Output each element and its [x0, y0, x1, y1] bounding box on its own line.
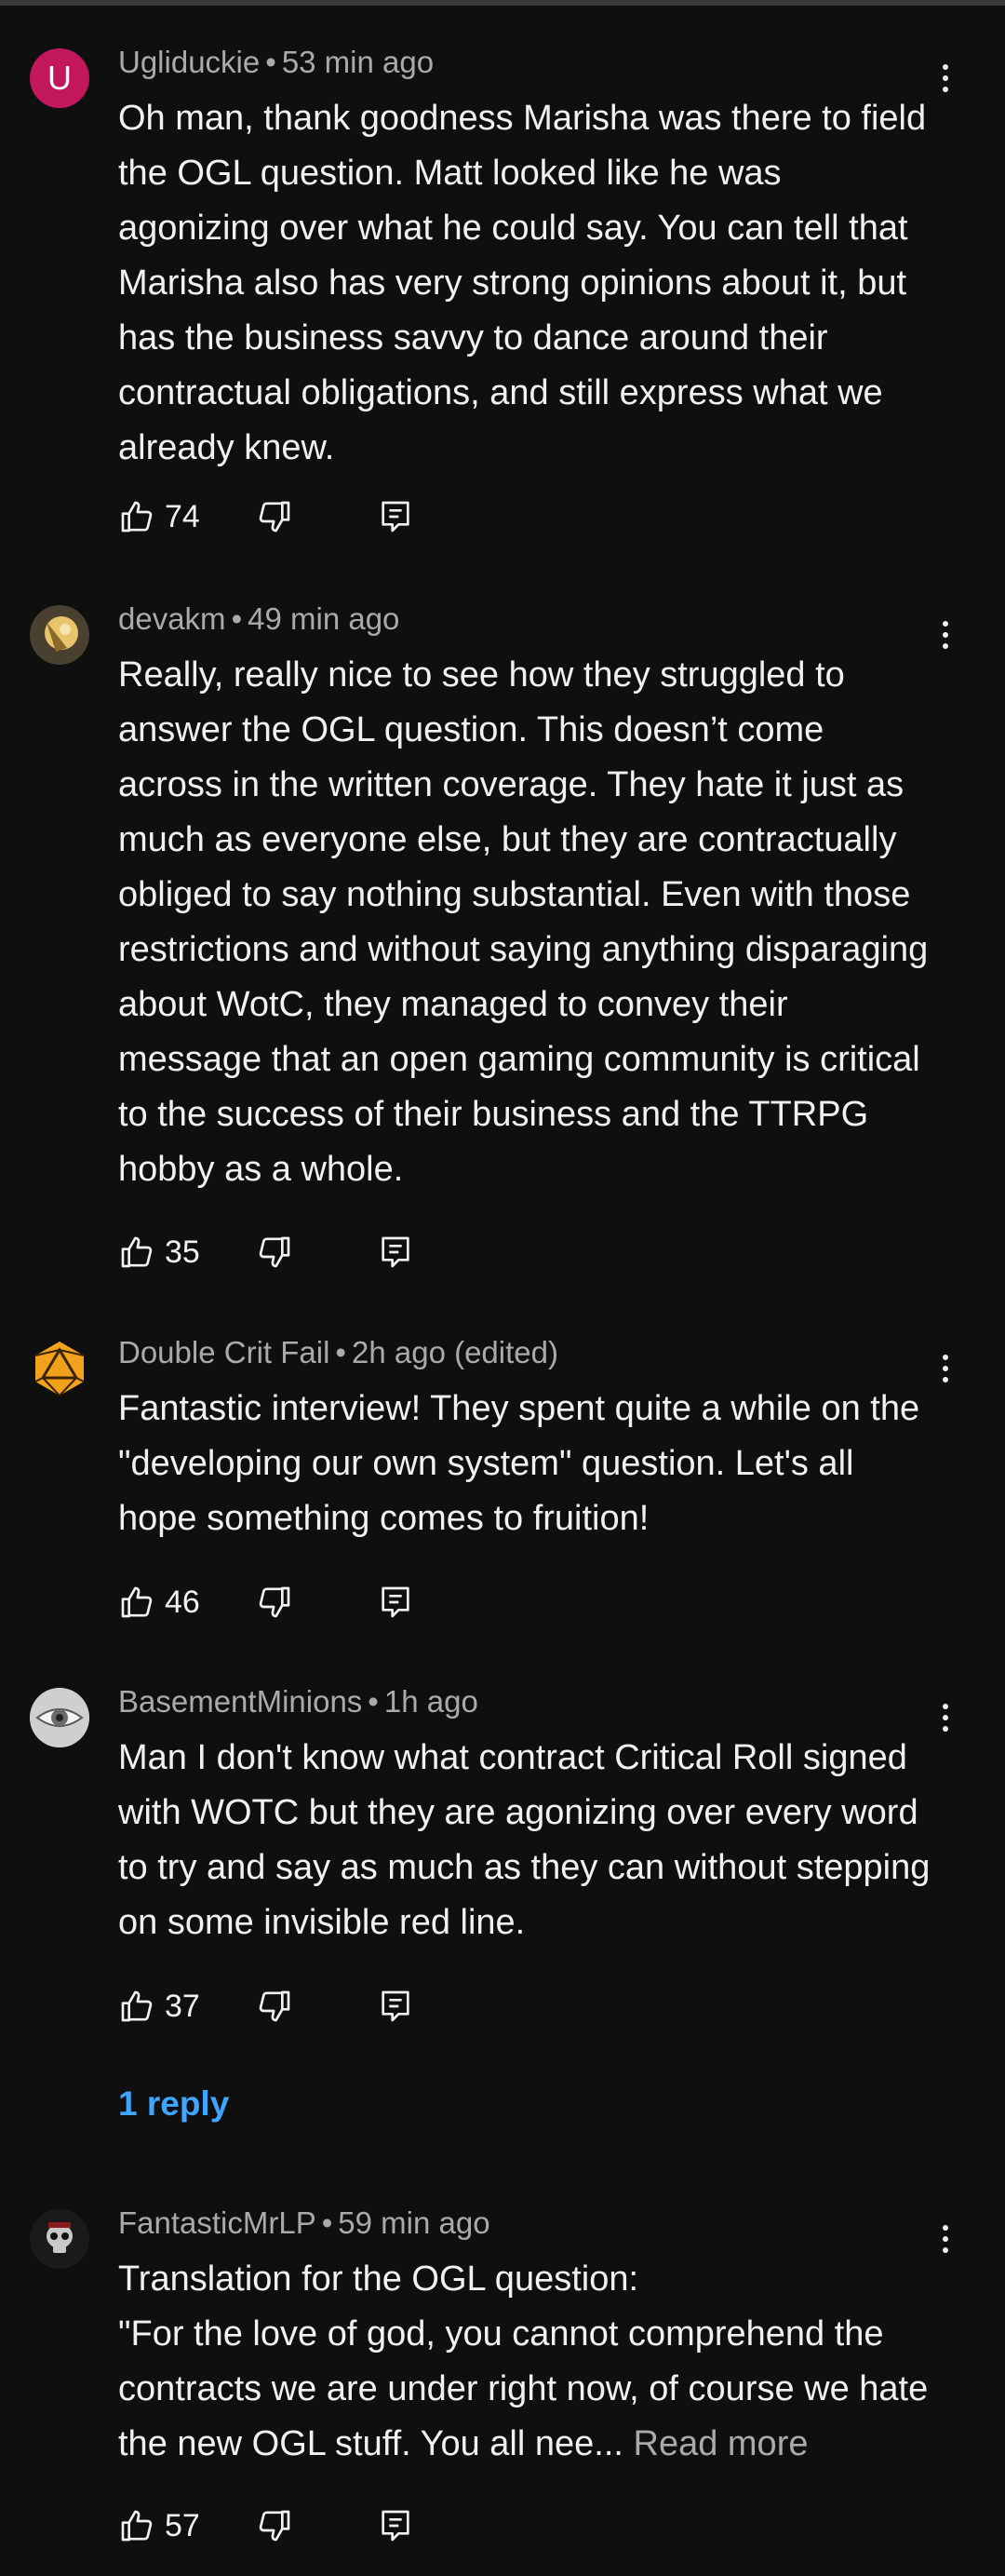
comment-text: Fantastic interview! They spent quite a …: [118, 1389, 920, 1538]
reply-icon: [382, 1990, 409, 2022]
comment-time: 53 min ago: [281, 45, 435, 79]
d20-icon: [34, 1342, 85, 1396]
dislike-icon: [259, 501, 290, 533]
comment-time: 2h ago (edited): [351, 1335, 558, 1369]
avatar[interactable]: [30, 1339, 89, 1398]
dislike-button[interactable]: [256, 2502, 293, 2549]
comment-text: Oh man, thank goodness Marisha was there…: [118, 99, 927, 467]
avatar-image: [30, 605, 89, 665]
dislike-icon: [259, 2510, 290, 2542]
comment-text: Really, really nice to see how they stru…: [118, 655, 929, 1189]
like-count: 74: [165, 498, 200, 534]
like-icon: [121, 2510, 153, 2542]
like-count: 35: [165, 1234, 200, 1270]
like-icon: [121, 1586, 153, 1618]
read-more-link[interactable]: Read more: [634, 2424, 809, 2463]
comment-text: Translation for the OGL question: "For t…: [118, 2252, 937, 2472]
comment-meta: FantasticMrLP • 59 min ago: [118, 2205, 490, 2241]
like-button[interactable]: 35: [118, 1229, 200, 1275]
meta-separator: •: [321, 2205, 333, 2240]
reply-button[interactable]: [377, 1983, 414, 2030]
comment-meta: Ugliduckie • 53 min ago: [118, 45, 434, 80]
dislike-button[interactable]: [256, 1579, 293, 1625]
author-name[interactable]: BasementMinions: [118, 1684, 362, 1719]
comment-time: 59 min ago: [338, 2205, 490, 2240]
comment-meta: Double Crit Fail • 2h ago (edited): [118, 1335, 558, 1370]
comment-actions: 74: [118, 493, 583, 540]
comment-actions: 35: [118, 1229, 583, 1275]
avatar-letter: U: [47, 59, 72, 97]
like-count: 57: [165, 2507, 200, 2543]
author-name[interactable]: Double Crit Fail: [118, 1335, 329, 1369]
comment-text: Man I don't know what contract Critical …: [118, 1738, 931, 1942]
meta-separator: •: [265, 45, 276, 79]
reply-button[interactable]: [377, 1579, 414, 1625]
avatar[interactable]: [30, 1688, 89, 1747]
reply-icon: [382, 1586, 409, 1618]
top-divider: [0, 0, 1005, 6]
view-replies-link[interactable]: 1 reply: [118, 2084, 229, 2124]
avatar[interactable]: [30, 2209, 89, 2269]
skull-icon: [30, 2209, 89, 2269]
like-icon: [121, 1990, 153, 2022]
reply-button[interactable]: [377, 493, 414, 540]
like-button[interactable]: 46: [118, 1579, 200, 1625]
author-name[interactable]: Ugliduckie: [118, 45, 260, 79]
comment-actions: 37: [118, 1983, 583, 2030]
author-name[interactable]: devakm: [118, 601, 226, 636]
reply-icon: [382, 1236, 409, 1268]
meta-separator: •: [368, 1684, 379, 1719]
like-count: 46: [165, 1584, 200, 1620]
like-count: 37: [165, 1988, 200, 2024]
reply-icon: [382, 2510, 409, 2542]
comment-text-line: Translation for the OGL question:: [118, 2259, 639, 2299]
dislike-button[interactable]: [256, 1983, 293, 2030]
dislike-icon: [259, 1236, 290, 1268]
comment-meta: BasementMinions • 1h ago: [118, 1684, 478, 1720]
reply-button[interactable]: [377, 1229, 414, 1275]
eye-icon: [30, 1688, 89, 1747]
like-button[interactable]: 57: [118, 2502, 200, 2549]
comment-actions: 57: [118, 2502, 583, 2549]
comment-time: 49 min ago: [248, 601, 400, 636]
avatar[interactable]: [30, 605, 89, 665]
meta-separator: •: [231, 601, 243, 636]
dislike-button[interactable]: [256, 1229, 293, 1275]
comment-time: 1h ago: [383, 1684, 478, 1719]
like-button[interactable]: 74: [118, 493, 200, 540]
dislike-icon: [259, 1586, 290, 1618]
author-name[interactable]: FantasticMrLP: [118, 2205, 316, 2240]
meta-separator: •: [335, 1335, 346, 1369]
dislike-button[interactable]: [256, 493, 293, 540]
comment-actions: 46: [118, 1579, 583, 1625]
reply-icon: [382, 501, 409, 533]
comment-meta: devakm • 49 min ago: [118, 601, 399, 637]
like-button[interactable]: 37: [118, 1983, 200, 2030]
dislike-icon: [259, 1990, 290, 2022]
avatar[interactable]: U: [30, 48, 89, 108]
like-icon: [121, 1236, 153, 1268]
like-icon: [121, 501, 153, 533]
reply-button[interactable]: [377, 2502, 414, 2549]
comment-text-rest: "For the love of god, you cannot compreh…: [118, 2307, 937, 2472]
